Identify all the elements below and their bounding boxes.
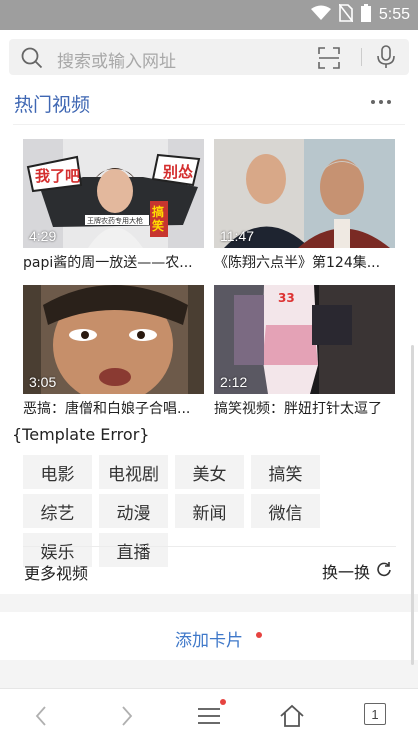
scan-icon[interactable] — [318, 47, 340, 69]
back-icon[interactable] — [29, 703, 55, 729]
card-footer-divider — [23, 546, 396, 547]
video-item[interactable]: 3:05 恶搞：唐僧和白娘子合唱... — [23, 285, 204, 418]
tag-news[interactable]: 新闻 — [175, 494, 244, 528]
section-spacer — [0, 594, 418, 612]
thumbnail-caption: 别怂 — [163, 163, 194, 181]
video-item[interactable]: 我了吧 别怂 搞笑 王牌农药专用大枪 4:29 papi酱的周一放送——农... — [23, 139, 204, 272]
search-bar: 搜索或输入网址 — [0, 30, 418, 86]
menu-icon[interactable] — [196, 703, 222, 729]
tag-live[interactable]: 直播 — [99, 533, 168, 567]
thumbnail-caption: 王牌农药专用大枪 — [87, 217, 143, 225]
video-thumbnail[interactable]: 我了吧 别怂 搞笑 王牌农药专用大枪 4:29 — [23, 139, 204, 248]
section-spacer — [0, 660, 418, 688]
tag-tv-series[interactable]: 电视剧 — [99, 455, 168, 489]
more-options-icon[interactable] — [371, 100, 391, 106]
mic-icon[interactable] — [375, 45, 397, 69]
video-title[interactable]: 恶搞：唐僧和白娘子合唱... — [23, 398, 208, 418]
battery-icon — [360, 4, 371, 26]
status-bar: 5:55 — [0, 0, 418, 30]
category-tags: 电影 电视剧 美女 搞笑 综艺 动漫 新闻 微信 娱乐 直播 — [23, 455, 396, 567]
video-duration: 4:29 — [29, 228, 57, 244]
home-icon[interactable] — [279, 703, 305, 729]
video-thumbnail[interactable]: 11:47 — [214, 139, 395, 248]
tag-movie[interactable]: 电影 — [23, 455, 92, 489]
tabs-icon[interactable]: 1 — [364, 703, 390, 729]
no-sim-icon — [338, 3, 354, 26]
template-error-text: {Template Error} — [12, 425, 150, 444]
video-title[interactable]: papi酱的周一放送——农... — [23, 252, 208, 272]
tag-wechat[interactable]: 微信 — [251, 494, 320, 528]
menu-notification-dot — [220, 699, 226, 705]
video-item[interactable]: 11:47 《陈翔六点半》第124集... — [214, 139, 395, 272]
video-duration: 3:05 — [29, 374, 57, 390]
card-title-divider — [13, 124, 405, 125]
video-title[interactable]: 《陈翔六点半》第124集... — [214, 252, 399, 272]
new-badge-dot — [256, 632, 262, 638]
forward-icon[interactable] — [113, 703, 139, 729]
tag-beauty[interactable]: 美女 — [175, 455, 244, 489]
search-placeholder: 搜索或输入网址 — [57, 52, 176, 72]
refresh-label: 换一换 — [322, 563, 371, 582]
tag-anime[interactable]: 动漫 — [99, 494, 168, 528]
video-item[interactable]: 33 2:12 搞笑视频：胖妞打针太逗了 — [214, 285, 395, 418]
video-duration: 11:47 — [220, 228, 254, 244]
video-thumbnail[interactable]: 33 2:12 — [214, 285, 395, 394]
clock: 5:55 — [378, 6, 410, 23]
add-card-label: 添加卡片 — [175, 631, 243, 651]
search-divider — [361, 48, 362, 66]
thumbnail-caption: 搞笑 — [152, 205, 165, 233]
thumbnail-caption: 33 — [278, 291, 295, 305]
bottom-navigation: 1 — [0, 688, 418, 744]
thumbnail-caption: 我了吧 — [35, 167, 81, 185]
add-card-button[interactable]: 添加卡片 — [0, 612, 418, 660]
tag-variety[interactable]: 综艺 — [23, 494, 92, 528]
tag-funny[interactable]: 搞笑 — [251, 455, 320, 489]
video-thumbnail[interactable]: 3:05 — [23, 285, 204, 394]
search-input[interactable]: 搜索或输入网址 — [9, 39, 409, 75]
card-title: 热门视频 — [14, 94, 91, 116]
scrollbar[interactable] — [411, 345, 414, 665]
more-videos-link[interactable]: 更多视频 — [24, 560, 88, 584]
tab-count: 1 — [364, 703, 386, 725]
refresh-icon — [376, 561, 392, 581]
search-icon — [21, 47, 43, 69]
video-title[interactable]: 搞笑视频：胖妞打针太逗了 — [214, 398, 399, 418]
wifi-icon — [310, 5, 331, 25]
refresh-button[interactable]: 换一换 — [322, 559, 392, 583]
video-duration: 2:12 — [220, 374, 248, 390]
